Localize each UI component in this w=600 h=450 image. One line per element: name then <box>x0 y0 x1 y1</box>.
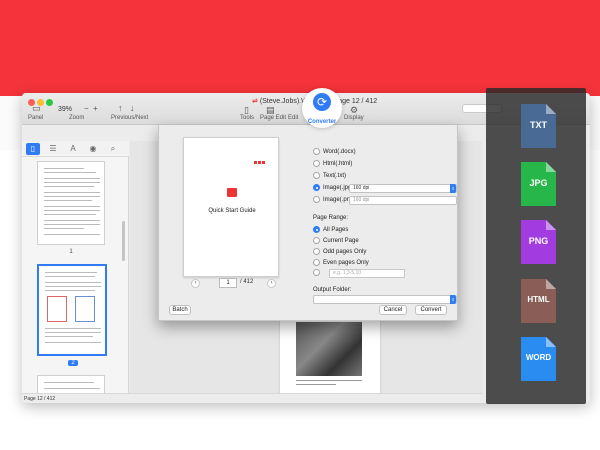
thumbnail-page-number-selected: 2 <box>68 360 78 366</box>
sidebar-scrollbar[interactable] <box>122 221 125 261</box>
background-bottom <box>0 400 600 450</box>
radio-button[interactable] <box>313 258 320 266</box>
page-thumbnail-1[interactable] <box>37 161 105 245</box>
converter-refresh-icon[interactable]: ⟳ <box>313 93 331 111</box>
range-option-even[interactable]: Even pages Only <box>313 258 369 268</box>
range-option-custom[interactable] <box>313 268 323 279</box>
convert-button[interactable]: Convert <box>415 305 447 315</box>
range-option-current[interactable]: Current Page <box>313 236 359 246</box>
snapshot-tab-icon[interactable]: ◉ <box>86 143 100 155</box>
preview-small-logo <box>254 151 268 164</box>
radio-button[interactable] <box>313 236 320 244</box>
custom-range-input[interactable]: e.g. 1,3-5,10 <box>329 269 405 278</box>
page-number-input[interactable]: 1 <box>219 278 237 288</box>
range-option-all[interactable]: All Pages <box>313 225 348 235</box>
html-file-icon[interactable]: HTML <box>521 279 556 323</box>
converter-label: Converter <box>307 119 337 125</box>
page-total: / 412 <box>240 279 254 285</box>
output-folder-label: Output Folder: <box>313 287 352 293</box>
page-thumbnail-3[interactable] <box>37 375 105 395</box>
arrow-down-icon[interactable]: ↓ <box>130 103 135 113</box>
outline-tab-icon[interactable]: ☰ <box>46 143 60 155</box>
preview-logo-icon <box>227 188 237 197</box>
format-option-text[interactable]: Text(.txt) <box>313 171 346 181</box>
background-red-banner <box>0 0 600 96</box>
word-file-icon[interactable]: WORD <box>521 337 556 381</box>
radio-button[interactable] <box>313 159 320 167</box>
jpg-file-icon[interactable]: JPG <box>521 162 556 206</box>
radio-button[interactable] <box>313 171 320 179</box>
batch-button[interactable]: Batch <box>169 305 191 315</box>
page-thumbnail-2[interactable] <box>37 264 107 356</box>
radio-button-selected[interactable] <box>313 183 320 191</box>
sidebar-tabs: ▯ ☰ A ◉ ⌕ <box>22 141 129 157</box>
thumbnails-tab-icon[interactable]: ▯ <box>26 143 40 155</box>
page-preview: Quick Start Guide <box>183 137 279 277</box>
page-range-label: Page Range: <box>313 215 349 221</box>
arrow-up-icon[interactable]: ↑ <box>118 103 123 113</box>
previous-page-button[interactable]: ‹ <box>191 279 200 288</box>
jpg-dpi-select[interactable]: 160 dpi ⇕ <box>349 184 457 193</box>
page-edit-label: Page Edit <box>260 115 287 121</box>
cancel-button[interactable]: Cancel <box>379 305 407 315</box>
zoom-out-icon[interactable]: − <box>84 104 89 113</box>
png-file-icon[interactable]: PNG <box>521 220 556 264</box>
radio-button[interactable] <box>313 247 320 255</box>
page-photo <box>296 322 362 376</box>
converter-dialog: Quick Start Guide ‹ 1 / 412 › Word(.docx… <box>158 125 458 321</box>
panel-icon[interactable]: ▭ <box>32 103 41 114</box>
edit-label: Edit <box>288 115 299 121</box>
thumbnail-page-number: 1 <box>69 249 73 255</box>
radio-button[interactable] <box>313 268 320 276</box>
preview-title: Quick Start Guide <box>208 208 256 214</box>
format-option-html[interactable]: Html(.html) <box>313 159 352 169</box>
txt-file-icon[interactable]: TXT <box>521 104 556 148</box>
document-page <box>280 316 380 396</box>
select-arrow-icon: ⇕ <box>450 184 456 193</box>
annotation-tab-icon[interactable]: A <box>66 143 80 155</box>
png-dpi-select[interactable]: 160 dpi <box>349 196 457 205</box>
range-option-odd[interactable]: Odd pages Only <box>313 247 366 257</box>
prevnext-label: Previous/Next <box>111 115 149 121</box>
thumbnail-sidebar: ▯ ☰ A ◉ ⌕ 1 2 <box>22 141 129 395</box>
next-page-button[interactable]: › <box>267 279 276 288</box>
output-folder-select[interactable]: ⇕ <box>313 295 457 304</box>
search-tab-icon[interactable]: ⌕ <box>106 143 120 155</box>
zoom-label: Zoom <box>69 115 85 121</box>
format-option-word[interactable]: Word(.docx) <box>313 147 356 157</box>
panel-label: Panel <box>28 115 44 121</box>
display-label: Display <box>344 115 364 121</box>
select-arrow-icon: ⇕ <box>450 295 456 304</box>
zoom-in-icon[interactable]: + <box>93 104 98 113</box>
zoom-value[interactable]: 39% <box>58 106 72 113</box>
radio-button-selected[interactable] <box>313 225 320 233</box>
maximize-window-button[interactable] <box>46 99 53 106</box>
pdf-file-icon: ⇌ <box>252 98 258 105</box>
status-bar: Page 12 / 412 <box>22 393 482 403</box>
radio-button[interactable] <box>313 147 320 155</box>
tools-label: Tools <box>240 115 255 121</box>
radio-button[interactable] <box>313 195 320 203</box>
format-option-jpg[interactable]: Image(.jpg) <box>313 183 353 193</box>
